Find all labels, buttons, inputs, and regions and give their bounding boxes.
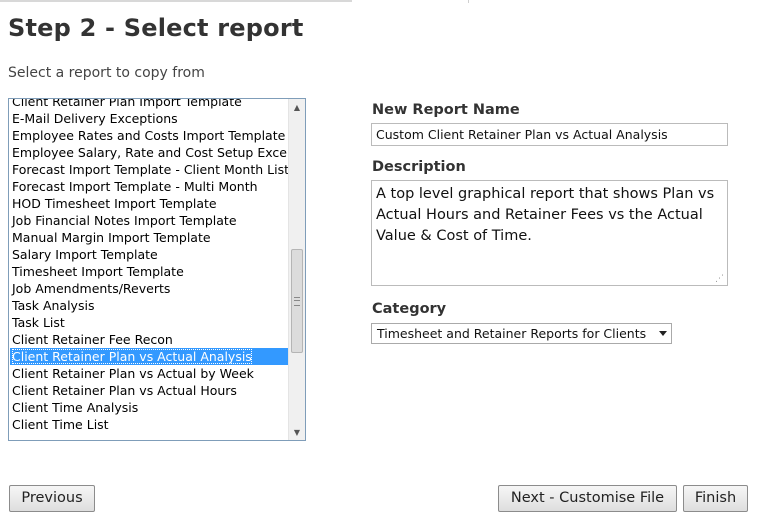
category-select[interactable]: Timesheet and Retainer Reports for Clien… (371, 323, 672, 344)
list-item[interactable]: E-Mail Delivery Exceptions (10, 110, 291, 127)
list-item-label: HOD Timesheet Import Template (12, 196, 217, 211)
scrollbar-thumb[interactable] (291, 249, 303, 353)
list-item[interactable]: Employee Salary, Rate and Cost Setup Exc… (10, 144, 291, 161)
list-item[interactable]: Client Retainer Fee Recon (10, 331, 291, 348)
list-item-label: Timesheet Import Template (12, 264, 184, 279)
top-border-tick (468, 0, 469, 3)
category-label: Category (372, 301, 447, 317)
list-item[interactable]: Timesheet Import Template (10, 263, 291, 280)
scroll-up-arrow-icon[interactable]: ▲ (289, 99, 305, 115)
description-textarea[interactable]: A top level graphical report that shows … (371, 180, 728, 286)
previous-button[interactable]: Previous (9, 485, 95, 512)
list-item[interactable]: Forecast Import Template - Client Month … (10, 161, 291, 178)
list-item-label: Manual Margin Import Template (12, 230, 211, 245)
list-item-label: E-Mail Delivery Exceptions (12, 111, 178, 126)
list-item-label: Task List (12, 315, 65, 330)
listbox-scrollbar[interactable]: ▲ ▼ (288, 99, 305, 440)
list-item-label: Employee Rates and Costs Import Template (12, 128, 286, 143)
list-item-label: Client Retainer Plan vs Actual Analysis (12, 349, 252, 364)
description-label: Description (372, 159, 466, 175)
list-item-label: Salary Import Template (12, 247, 158, 262)
list-item-label: Client Time List (12, 417, 109, 432)
list-item[interactable]: Client Time Analysis (10, 399, 291, 416)
list-item-label: Client Retainer Plan vs Actual by Week (12, 366, 254, 381)
page-subtitle: Select a report to copy from (8, 65, 205, 81)
chevron-down-icon (659, 331, 667, 336)
resize-handle-icon[interactable]: ⋰ (715, 274, 725, 284)
new-report-name-input[interactable] (371, 123, 728, 146)
list-item[interactable]: Job Financial Notes Import Template (10, 212, 291, 229)
list-item[interactable]: Employee Rates and Costs Import Template (10, 127, 291, 144)
top-border-segment (0, 0, 352, 2)
list-item[interactable]: Client Time List (10, 416, 291, 433)
list-item-label: Client Retainer Plan vs Actual Hours (12, 383, 237, 398)
list-item[interactable]: Client Retainer Plan vs Actual Analysis (10, 348, 291, 365)
list-item-label: Employee Salary, Rate and Cost Setup Exc… (12, 145, 291, 160)
list-item[interactable]: Job Amendments/Reverts (10, 280, 291, 297)
list-item-label: Client Retainer Fee Recon (12, 332, 173, 347)
list-item[interactable]: HOD Timesheet Import Template (10, 195, 291, 212)
list-item-label: Job Amendments/Reverts (12, 281, 171, 296)
next-customise-file-button[interactable]: Next - Customise File (498, 485, 677, 512)
report-listbox[interactable]: Client Retainer Plan Import Template E-Ma… (8, 98, 306, 441)
list-item-label: Task Analysis (12, 298, 95, 313)
list-item-label: Client Retainer Plan Import Template (12, 98, 242, 109)
list-item[interactable]: Salary Import Template (10, 246, 291, 263)
list-item[interactable]: Task Analysis (10, 297, 291, 314)
category-selected-value: Timesheet and Retainer Reports for Clien… (377, 326, 647, 341)
list-item[interactable]: Client Retainer Plan vs Actual Hours (10, 382, 291, 399)
list-item[interactable]: Client Retainer Plan vs Actual by Week (10, 365, 291, 382)
page-title: Step 2 - Select report (8, 14, 304, 42)
list-item-label: Forecast Import Template - Client Month … (12, 162, 289, 177)
finish-button[interactable]: Finish (683, 485, 748, 512)
new-report-name-label: New Report Name (372, 102, 520, 118)
list-item[interactable]: Forecast Import Template - Multi Month (10, 178, 291, 195)
list-item[interactable]: Manual Margin Import Template (10, 229, 291, 246)
list-item-label: Forecast Import Template - Multi Month (12, 179, 258, 194)
report-list-items: Client Retainer Plan Import Template E-Ma… (10, 98, 291, 433)
scroll-down-arrow-icon[interactable]: ▼ (289, 424, 305, 440)
top-border (0, 0, 761, 3)
list-item-label: Client Time Analysis (12, 400, 139, 415)
list-item[interactable]: Task List (10, 314, 291, 331)
list-item[interactable]: Client Retainer Plan Import Template (10, 98, 291, 110)
grip-icon (294, 296, 300, 306)
list-item-label: Job Financial Notes Import Template (12, 213, 237, 228)
